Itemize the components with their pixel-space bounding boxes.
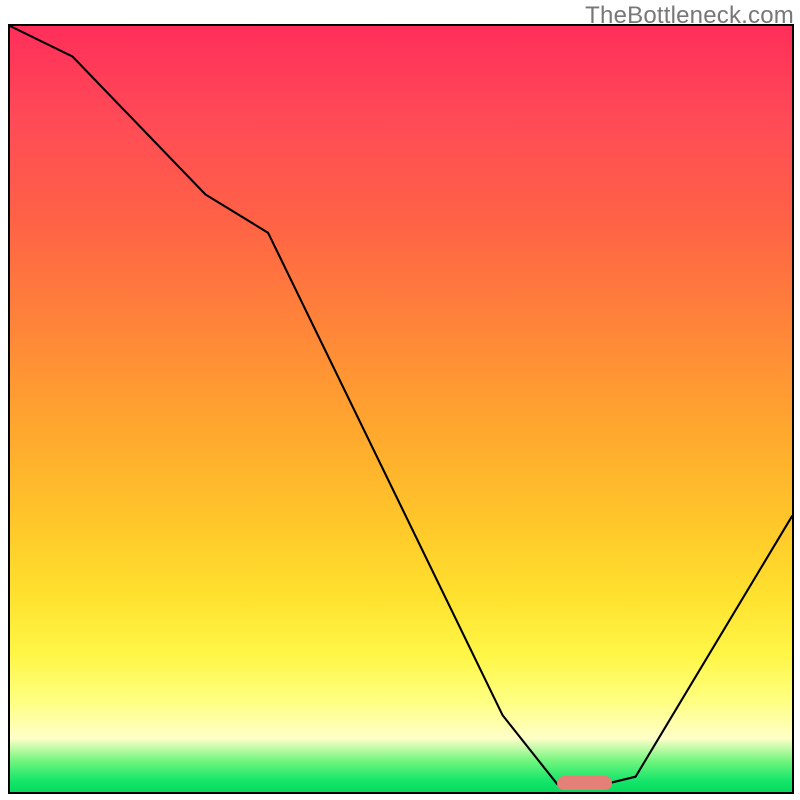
source-watermark: TheBottleneck.com <box>585 2 794 30</box>
optimal-marker <box>557 776 612 790</box>
bottleneck-curve <box>10 26 792 784</box>
curve-layer <box>10 26 792 792</box>
bottleneck-chart: TheBottleneck.com <box>0 0 800 800</box>
plot-area <box>8 24 794 794</box>
